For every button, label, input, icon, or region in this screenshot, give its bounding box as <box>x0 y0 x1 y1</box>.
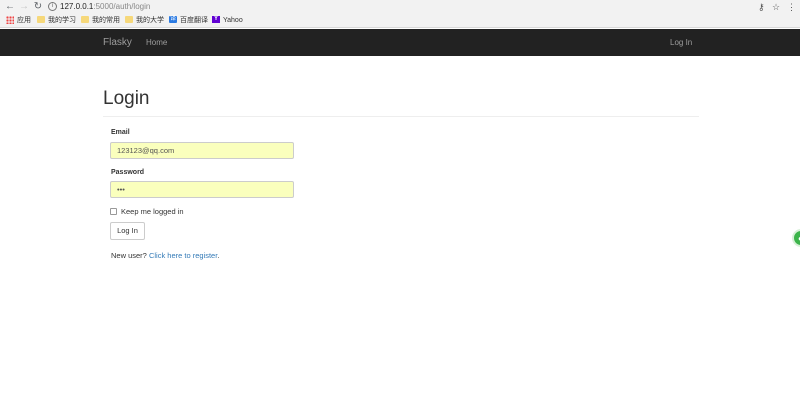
bookmarks-bar: 应用 我的学习 我的常用 我的大学 译百度翻译 Y Yahoo <box>0 14 800 28</box>
nav-home-link[interactable]: Home <box>146 29 167 56</box>
floating-extension-button[interactable]: ● <box>792 229 800 247</box>
new-user-prompt: New user? <box>111 251 147 260</box>
bookmark-yahoo[interactable]: Y Yahoo <box>212 15 243 27</box>
folder-icon <box>125 16 133 24</box>
bookmark-label: 我的大学 <box>136 17 164 24</box>
register-link[interactable]: Click here to register <box>149 251 217 260</box>
info-icon[interactable]: i <box>48 2 57 12</box>
url-host: 127.0.0.1 <box>60 2 94 11</box>
url-path: :5000/auth/login <box>93 2 151 11</box>
login-submit-button[interactable]: Log In <box>110 222 145 240</box>
password-label: Password <box>111 169 145 176</box>
folder-icon <box>37 16 45 24</box>
bookmark-label: 百度翻译 <box>180 17 208 24</box>
bookmark-label: 应用 <box>17 17 31 24</box>
menu-icon[interactable]: ⋮ <box>787 1 796 13</box>
key-icon[interactable]: ⚷ <box>758 1 765 13</box>
back-arrow-icon[interactable]: ← <box>4 1 16 13</box>
page-title: Login <box>103 88 150 109</box>
password-field[interactable]: ••• <box>110 181 294 198</box>
new-user-text: New user? Click here to register. <box>111 251 219 260</box>
bookmark-label: Yahoo <box>223 17 243 24</box>
browser-chrome: ← → ↻ i 127.0.0.1:5000/auth/login ⚷ ☆ ⋮ 应… <box>0 0 800 28</box>
address-bar-row: ← → ↻ i 127.0.0.1:5000/auth/login ⚷ ☆ ⋮ <box>0 0 800 14</box>
email-field[interactable]: 123123@qq.com <box>110 142 294 159</box>
folder-icon <box>81 16 89 24</box>
navbar-brand[interactable]: Flasky <box>103 29 132 56</box>
bookmark-folder-university[interactable]: 我的大学 <box>125 15 164 27</box>
yahoo-icon: Y <box>212 16 220 24</box>
email-label: Email <box>111 129 130 136</box>
bookmark-folder-study[interactable]: 我的学习 <box>37 15 76 27</box>
nav-login-link[interactable]: Log In <box>670 29 692 56</box>
register-suffix: . <box>217 251 220 260</box>
bookmark-folder-common[interactable]: 我的常用 <box>81 15 120 27</box>
star-icon[interactable]: ☆ <box>772 1 780 13</box>
bookmark-apps[interactable]: 应用 <box>6 15 31 27</box>
remember-me-checkbox[interactable] <box>110 208 117 215</box>
apps-grid-icon <box>6 15 14 24</box>
address-bar[interactable]: i 127.0.0.1:5000/auth/login <box>48 1 750 13</box>
bookmark-baidu-translate[interactable]: 译百度翻译 <box>169 15 208 27</box>
remember-me-label[interactable]: Keep me logged in <box>121 207 184 216</box>
top-navbar: Flasky Home Log In <box>0 29 800 56</box>
bookmark-label: 我的学习 <box>48 17 76 24</box>
bookmark-label: 我的常用 <box>92 17 120 24</box>
forward-arrow-icon[interactable]: → <box>18 1 30 13</box>
reload-icon[interactable]: ↻ <box>32 1 44 13</box>
title-divider <box>103 116 699 117</box>
baidu-translate-icon: 译 <box>169 16 177 24</box>
